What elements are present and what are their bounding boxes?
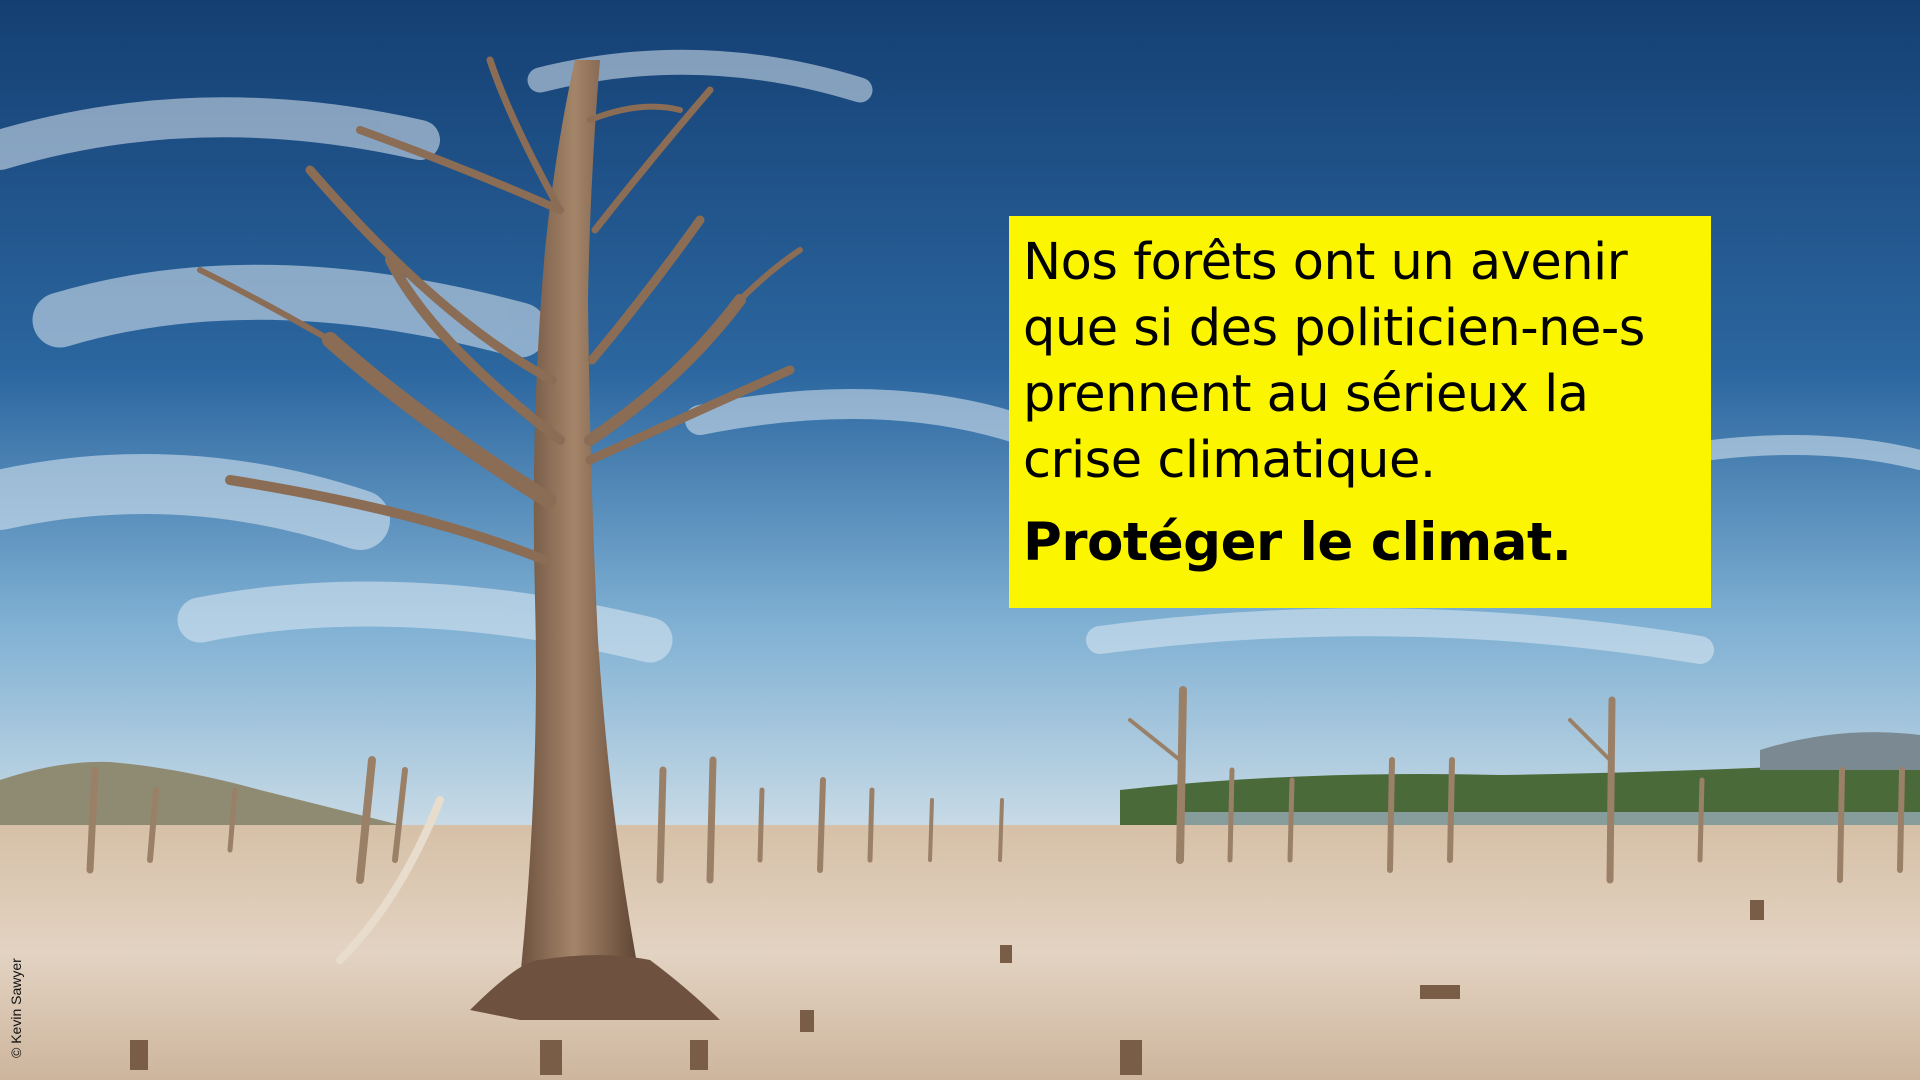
message-box: Nos forêts ont un avenir que si des poli… (1009, 216, 1711, 608)
dry-ground (0, 825, 1920, 1080)
photo-credit: © Kevin Sawyer (8, 958, 24, 1058)
slogan-text: Protéger le climat. (1023, 512, 1572, 573)
message-text: Nos forêts ont un avenir que si des poli… (1023, 233, 1645, 490)
